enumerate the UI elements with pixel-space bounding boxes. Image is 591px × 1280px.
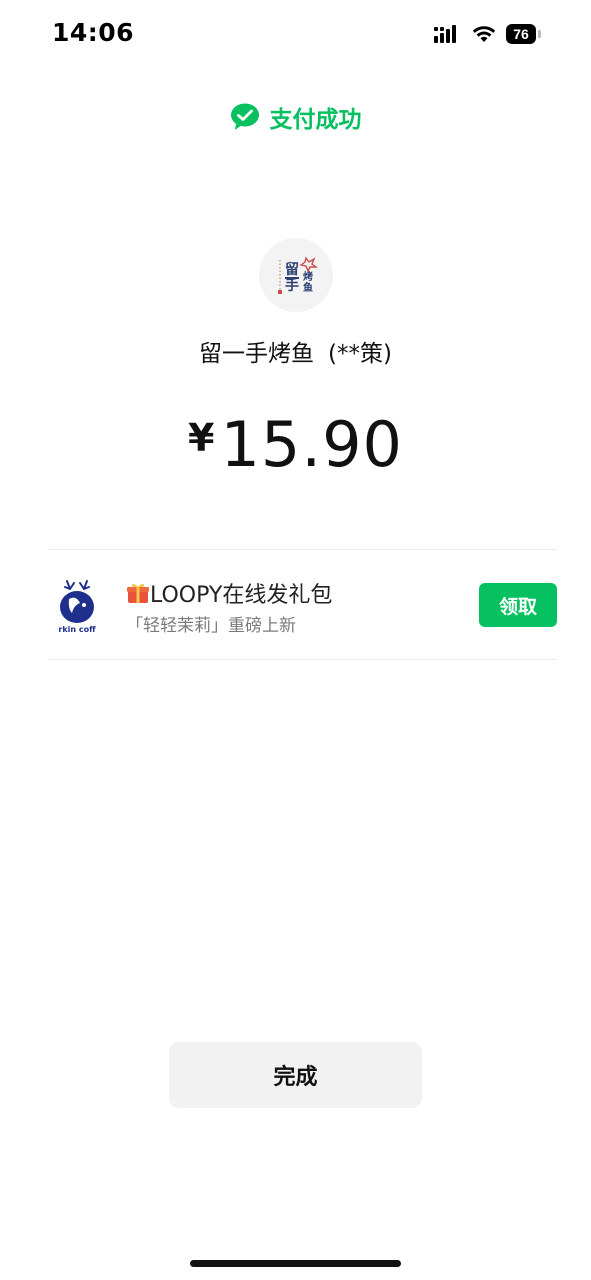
cellular-signal-icon bbox=[434, 25, 456, 43]
battery-level: 76 bbox=[506, 24, 536, 44]
claim-button[interactable]: 领取 bbox=[479, 583, 557, 627]
status-icons: 76 bbox=[434, 24, 541, 44]
luckin-coffee-logo: rkin coff bbox=[58, 580, 96, 634]
payment-amount: ¥ 15.90 bbox=[0, 408, 591, 481]
gift-icon bbox=[127, 583, 149, 603]
payment-success-header: 支付成功 bbox=[0, 100, 591, 134]
merchant-name: 留一手烤鱼 bbox=[199, 341, 315, 367]
promo-title-line: LOOPY在线发礼包 bbox=[126, 577, 332, 609]
divider-top bbox=[48, 549, 557, 550]
promo-logo-text: rkin coff bbox=[58, 625, 96, 634]
promo-subtitle: 「轻轻茉莉」重磅上新 bbox=[126, 616, 296, 636]
merchant-logo: 留 手 烤 鱼 bbox=[259, 238, 333, 312]
promo-card[interactable]: rkin coff LOOPY在线发礼包 「轻轻茉莉」重磅上新 领取 bbox=[48, 551, 557, 659]
wechat-pay-check-icon bbox=[230, 103, 259, 130]
svg-text:留: 留 bbox=[285, 261, 299, 278]
amount-value: 15.90 bbox=[220, 408, 403, 481]
battery-tip bbox=[538, 30, 541, 38]
status-bar: 14:06 76 bbox=[0, 0, 591, 70]
payee-masked-name: (**策) bbox=[328, 341, 392, 367]
status-time: 14:06 bbox=[52, 18, 135, 47]
wifi-icon bbox=[472, 26, 496, 42]
merchant-name-line: 留一手烤鱼 (**策) bbox=[0, 334, 591, 368]
svg-text:烤: 烤 bbox=[303, 270, 313, 283]
currency-symbol: ¥ bbox=[188, 416, 215, 460]
battery-icon: 76 bbox=[506, 24, 541, 44]
promo-title: LOOPY在线发礼包 bbox=[150, 583, 333, 608]
divider-bottom bbox=[48, 659, 557, 660]
merchant-logo-graphic: 留 手 烤 鱼 bbox=[259, 238, 333, 312]
done-button[interactable]: 完成 bbox=[169, 1042, 422, 1108]
success-title: 支付成功 bbox=[269, 107, 362, 133]
svg-text:鱼: 鱼 bbox=[303, 281, 313, 294]
svg-text:手: 手 bbox=[285, 277, 299, 294]
home-indicator[interactable] bbox=[190, 1260, 401, 1267]
